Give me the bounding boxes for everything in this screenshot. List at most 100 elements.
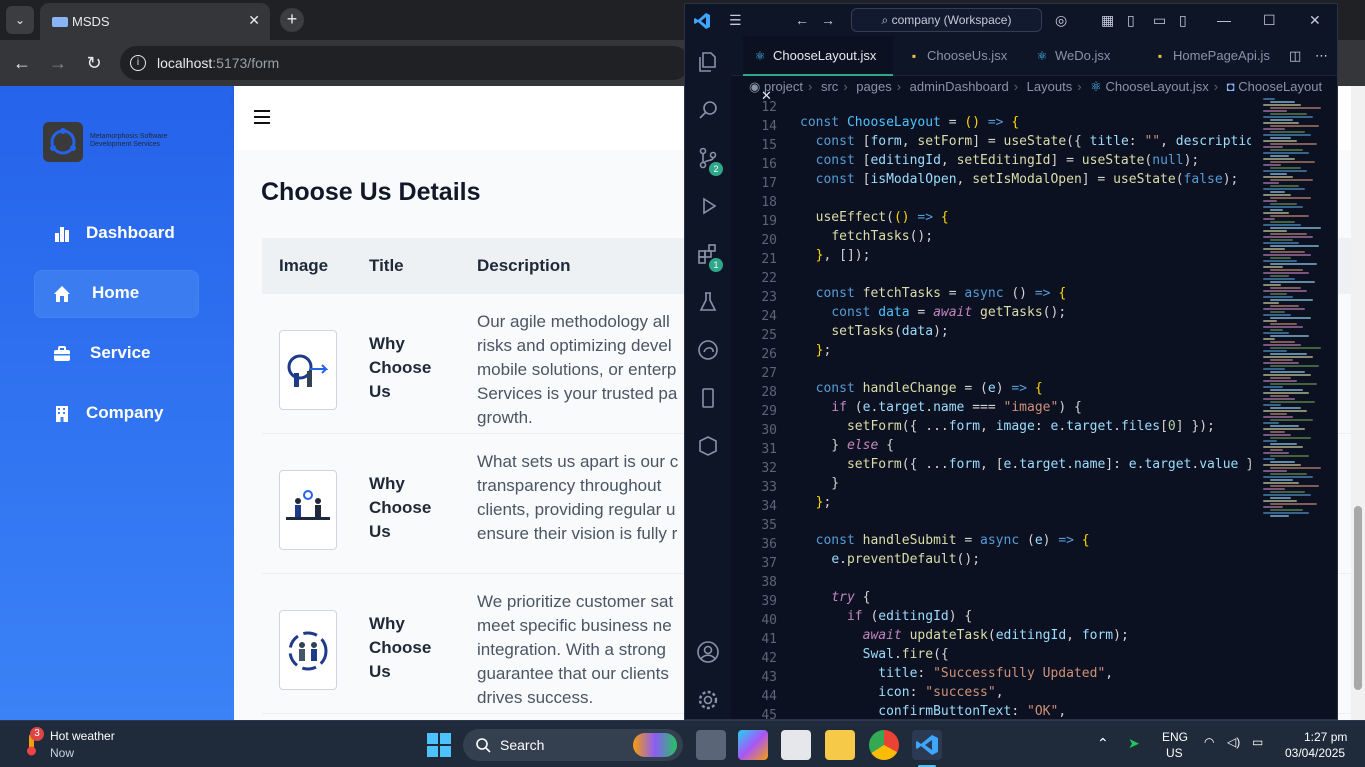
minimap-line — [1270, 173, 1287, 175]
explorer-icon[interactable] — [696, 50, 720, 74]
show-hidden-icons-icon[interactable]: ⌃ — [1097, 735, 1109, 752]
volume-icon[interactable]: ◁) — [1227, 735, 1240, 749]
close-icon[interactable]: ✕ — [1309, 12, 1321, 28]
minimap-line — [1270, 239, 1293, 241]
code-editor[interactable]: 12 14 15 16 17 18 19 20 21 22 23 24 25 26 27 28 29 30 31 32… — [731, 98, 1251, 719]
device-icon[interactable] — [696, 386, 720, 410]
back-icon[interactable]: ← — [10, 51, 34, 75]
new-tab-button[interactable]: + — [280, 8, 304, 32]
battery-icon[interactable]: ▭ — [1252, 735, 1263, 749]
address-bar[interactable]: i localhost:5173/form — [120, 46, 690, 80]
tab-close-icon[interactable]: ✕ — [248, 12, 260, 29]
task-view-icon[interactable] — [696, 730, 726, 760]
location-icon[interactable]: ➤ — [1128, 735, 1140, 752]
minimap-line — [1263, 494, 1311, 496]
copilot-icon[interactable]: ◎ — [1055, 12, 1067, 28]
toggle-panel-icon[interactable]: ▭ — [1153, 12, 1166, 28]
toggle-sidebar-icon[interactable]: ▯ — [1127, 12, 1135, 28]
breadcrumb-item[interactable]: project — [764, 79, 803, 94]
breadcrumb-item[interactable]: ChooseLayout.jsx — [1105, 79, 1208, 94]
remote-explorer-icon[interactable] — [696, 434, 720, 458]
minimap-line — [1270, 317, 1311, 319]
copilot-app-icon[interactable] — [738, 730, 768, 760]
code-content[interactable]: const ChooseLayout = () => { const [form… — [800, 98, 1251, 719]
minimap-line — [1270, 107, 1321, 109]
line-number: 27 — [761, 366, 777, 381]
minimap-line — [1270, 251, 1305, 253]
sidebar-item-company[interactable]: Company — [34, 390, 199, 438]
maximize-icon[interactable]: ☐ — [1263, 12, 1276, 28]
company-logo — [43, 122, 83, 162]
tab-search-button[interactable]: ⌄ — [6, 6, 34, 34]
sidebar-item-dashboard[interactable]: Dashboard — [34, 210, 199, 258]
minimap-line — [1263, 128, 1285, 130]
browser-tab-msds[interactable]: MSDS ✕ — [40, 3, 270, 40]
editor-scrollbar[interactable] — [1325, 98, 1337, 719]
reload-icon[interactable]: ↻ — [82, 51, 106, 75]
minimap-line — [1263, 464, 1301, 466]
tab-chooseus[interactable]: ▪ ChooseUs.jsx — [903, 36, 1023, 76]
breadcrumb-item[interactable]: ChooseLayout — [1238, 79, 1322, 94]
breadcrumb: ◉ project › src › pages › adminDashboard › L… — [749, 79, 1323, 94]
edge-devtools-icon[interactable] — [696, 338, 720, 362]
minimap-line — [1270, 443, 1297, 445]
site-info-icon[interactable]: i — [130, 55, 146, 71]
minimap-line — [1270, 449, 1283, 451]
hamburger-menu-icon[interactable] — [254, 110, 270, 124]
minimap-line — [1270, 407, 1301, 409]
back-icon[interactable]: ← — [795, 12, 809, 28]
minimap-line — [1263, 350, 1287, 352]
snipping-tool-icon[interactable] — [781, 730, 811, 760]
tab-chooselayout[interactable]: ⚛ ChooseLayout.jsx ✕ — [743, 36, 893, 103]
split-editor-icon[interactable]: ◫ — [1289, 36, 1301, 76]
search-icon: ⌕ — [881, 13, 889, 27]
language-indicator[interactable]: ENG — [1162, 730, 1188, 744]
search-label: Search — [500, 737, 545, 753]
scrollbar-thumb[interactable] — [1354, 506, 1362, 690]
layout-icon[interactable]: ▦ — [1101, 12, 1114, 28]
briefcase-icon — [54, 346, 70, 361]
sidebar-item-service[interactable]: Service — [34, 330, 199, 378]
breadcrumb-item[interactable]: src — [821, 79, 838, 94]
settings-gear-icon[interactable] — [696, 688, 720, 712]
page-scrollbar[interactable] — [1351, 86, 1365, 720]
forward-icon[interactable]: → — [821, 12, 835, 28]
minimap-line — [1270, 437, 1311, 439]
clock-date[interactable]: 03/04/2025 — [1285, 746, 1345, 760]
minimap-line — [1263, 290, 1307, 292]
breadcrumb-item[interactable]: adminDashboard — [910, 79, 1009, 94]
minimap-line — [1263, 452, 1289, 454]
chrome-icon[interactable] — [869, 730, 899, 760]
minimap[interactable] — [1263, 98, 1325, 538]
command-center-search[interactable]: ⌕ company (Workspace) — [851, 8, 1042, 32]
minimap-line — [1263, 242, 1299, 244]
tab-homepageapi[interactable]: ▪ HomePageApi.js — [1149, 36, 1279, 76]
line-number: 28 — [761, 385, 777, 400]
tab-wedo[interactable]: ⚛ WeDo.jsx — [1031, 36, 1141, 76]
menu-icon[interactable]: ☰ — [729, 12, 742, 28]
minimap-line — [1270, 233, 1307, 235]
vscode-app-icon[interactable] — [912, 730, 942, 760]
wifi-icon[interactable]: ◠ — [1204, 735, 1214, 749]
file-explorer-icon[interactable] — [825, 730, 855, 760]
more-actions-icon[interactable]: ⋯ — [1315, 36, 1328, 76]
run-debug-icon[interactable] — [696, 194, 720, 218]
clock-time[interactable]: 1:27 pm — [1304, 730, 1347, 744]
start-button-icon[interactable] — [427, 733, 451, 757]
forward-icon[interactable]: → — [46, 51, 70, 75]
breadcrumb-item[interactable]: Layouts — [1027, 79, 1073, 94]
minimap-line — [1263, 146, 1283, 148]
sidebar-item-home[interactable]: Home — [34, 270, 199, 318]
minimap-line — [1263, 266, 1283, 268]
account-icon[interactable] — [696, 640, 720, 664]
testing-icon[interactable] — [696, 290, 720, 314]
toggle-secondary-sidebar-icon[interactable]: ▯ — [1179, 12, 1187, 28]
line-number: 15 — [761, 138, 777, 153]
js-file-icon: ▪ — [911, 49, 917, 63]
minimap-line — [1270, 137, 1291, 139]
taskbar-search[interactable]: Search — [463, 729, 683, 761]
breadcrumb-item[interactable]: pages — [856, 79, 891, 94]
minimize-icon[interactable]: — — [1217, 12, 1231, 28]
tab-title: MSDS — [72, 14, 110, 29]
search-icon[interactable] — [696, 98, 720, 122]
